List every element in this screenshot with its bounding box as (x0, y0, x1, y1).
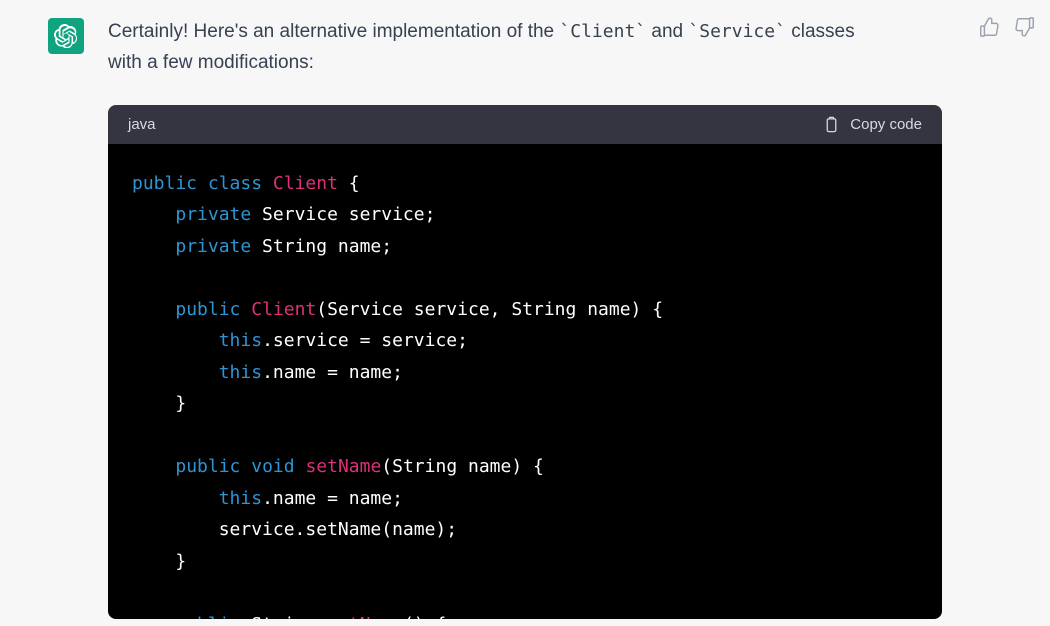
inline-code: `Client` (559, 21, 646, 42)
copy-code-label: Copy code (850, 116, 922, 133)
assistant-message: Certainly! Here's an alternative impleme… (108, 16, 958, 619)
openai-logo-icon (54, 24, 78, 48)
thumbs-up-button[interactable] (978, 16, 1000, 38)
thumbs-up-icon (978, 16, 1000, 38)
inline-code: `Service` (688, 21, 786, 42)
assistant-avatar (48, 18, 84, 54)
code-block: java Copy code public class Client { pri… (108, 105, 942, 619)
thumbs-down-icon (1014, 16, 1036, 38)
code-block-header: java Copy code (108, 105, 942, 144)
clipboard-icon (823, 115, 840, 134)
thumbs-down-button[interactable] (1014, 16, 1036, 38)
code-content: public class Client { private Service se… (108, 144, 942, 619)
message-text: Certainly! Here's an alternative impleme… (108, 16, 958, 79)
copy-code-button[interactable]: Copy code (823, 115, 922, 134)
code-language-label: java (128, 116, 156, 133)
